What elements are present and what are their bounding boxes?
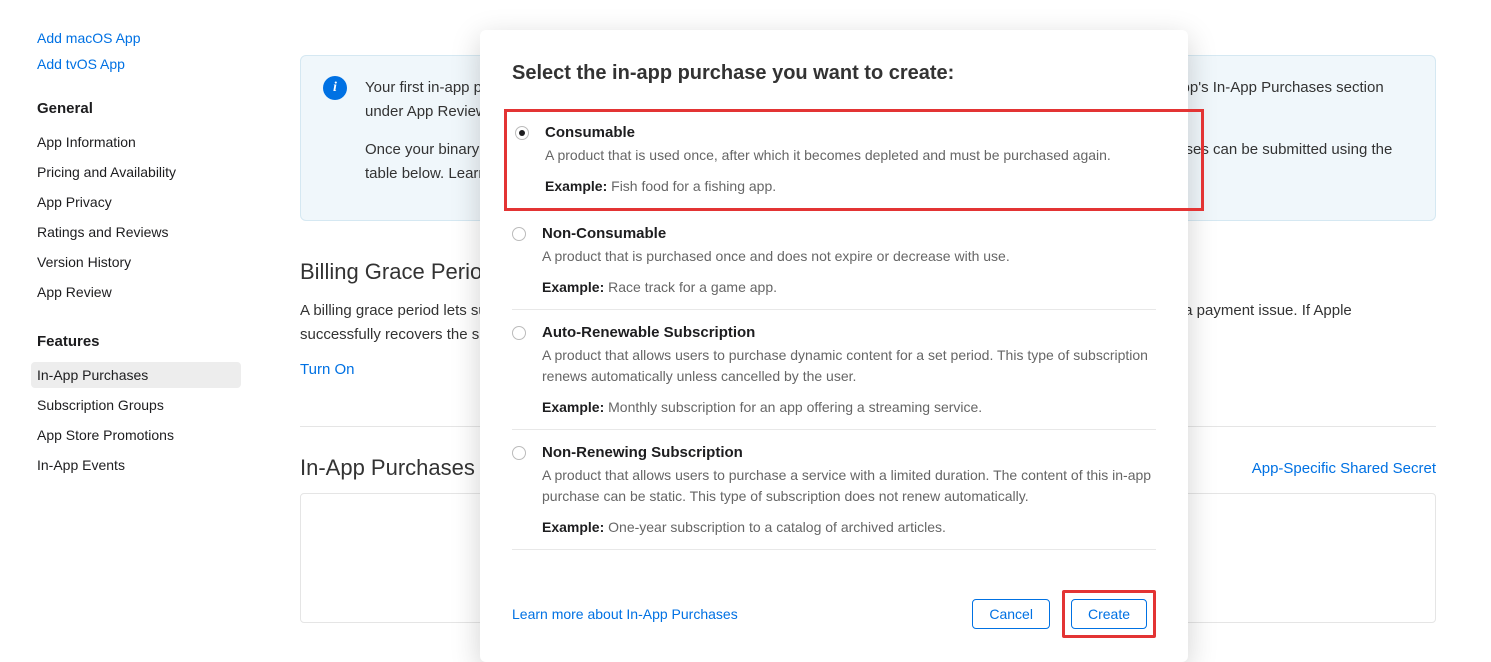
option-consumable[interactable]: Consumable A product that is used once, …	[504, 109, 1204, 211]
radio-non-renewing[interactable]	[512, 446, 526, 460]
learn-more-link[interactable]: Learn more about In-App Purchases	[512, 606, 738, 622]
sidebar-item-privacy[interactable]: App Privacy	[37, 189, 247, 215]
sidebar-item-subscription-groups[interactable]: Subscription Groups	[37, 392, 247, 418]
create-button[interactable]: Create	[1071, 599, 1147, 629]
sidebar-item-events[interactable]: In-App Events	[37, 452, 247, 478]
option-example: Example: Monthly subscription for an app…	[542, 399, 1156, 415]
sidebar-item-app-review[interactable]: App Review	[37, 279, 247, 305]
sidebar-item-app-information[interactable]: App Information	[37, 129, 247, 155]
create-highlight: Create	[1062, 590, 1156, 638]
radio-consumable[interactable]	[515, 126, 529, 140]
option-non-consumable[interactable]: Non-Consumable A product that is purchas…	[512, 211, 1156, 310]
option-desc: A product that allows users to purchase …	[542, 345, 1156, 387]
modal-footer: Learn more about In-App Purchases Cancel…	[512, 590, 1156, 638]
iap-title: In-App Purchases (0)	[300, 455, 508, 481]
add-macos-app-link[interactable]: Add macOS App	[37, 30, 247, 46]
option-desc: A product that is used once, after which…	[545, 145, 1193, 166]
info-icon: i	[323, 76, 347, 100]
radio-non-consumable[interactable]	[512, 227, 526, 241]
option-example: Example: One-year subscription to a cata…	[542, 519, 1156, 535]
sidebar-item-pricing[interactable]: Pricing and Availability	[37, 159, 247, 185]
option-title: Auto-Renewable Subscription	[542, 324, 1156, 341]
option-desc: A product that is purchased once and doe…	[542, 246, 1156, 267]
option-example: Example: Race track for a game app.	[542, 279, 1156, 295]
sidebar-item-promotions[interactable]: App Store Promotions	[37, 422, 247, 448]
option-title: Consumable	[545, 124, 1193, 141]
option-non-renewing[interactable]: Non-Renewing Subscription A product that…	[512, 430, 1156, 550]
sidebar-item-version-history[interactable]: Version History	[37, 249, 247, 275]
option-desc: A product that allows users to purchase …	[542, 465, 1156, 507]
option-title: Non-Consumable	[542, 225, 1156, 242]
cancel-button[interactable]: Cancel	[972, 599, 1050, 629]
button-group: Cancel Create	[972, 590, 1156, 638]
sidebar-item-iap[interactable]: In-App Purchases	[31, 362, 241, 388]
turn-on-link[interactable]: Turn On	[300, 361, 354, 378]
shared-secret-link[interactable]: App-Specific Shared Secret	[1252, 460, 1436, 477]
option-example: Example: Fish food for a fishing app.	[545, 178, 1193, 194]
sidebar-item-ratings[interactable]: Ratings and Reviews	[37, 219, 247, 245]
radio-auto-renewable[interactable]	[512, 326, 526, 340]
sidebar: Add macOS App Add tvOS App General App I…	[37, 30, 247, 482]
add-tvos-app-link[interactable]: Add tvOS App	[37, 56, 247, 72]
option-auto-renewable[interactable]: Auto-Renewable Subscription A product th…	[512, 310, 1156, 430]
modal-title: Select the in-app purchase you want to c…	[512, 62, 1156, 85]
sidebar-section-features: Features	[37, 333, 247, 350]
option-title: Non-Renewing Subscription	[542, 444, 1156, 461]
create-iap-modal: Select the in-app purchase you want to c…	[480, 30, 1188, 662]
sidebar-section-general: General	[37, 100, 247, 117]
